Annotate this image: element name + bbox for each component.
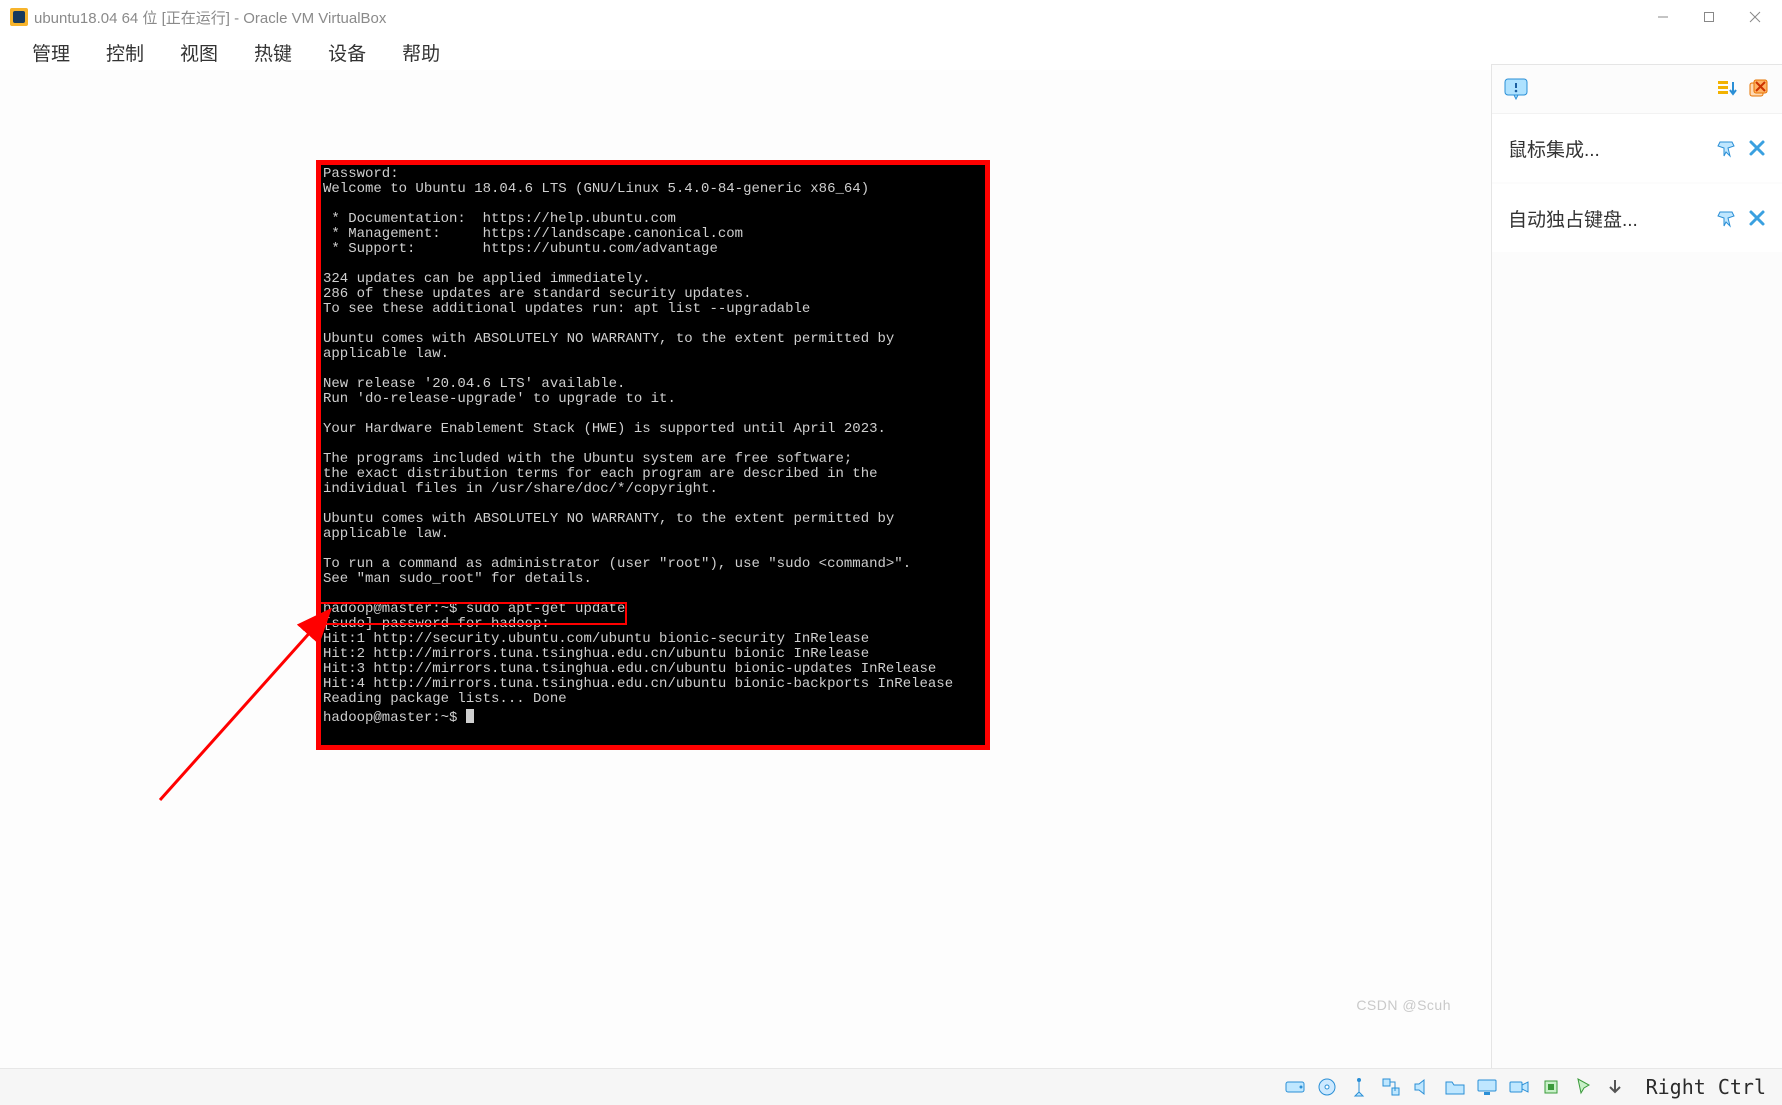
info-icon[interactable] [1504,78,1528,100]
menu-manage[interactable]: 管理 [14,33,88,72]
sidebar-row-mouse-integration[interactable]: 鼠标集成... [1492,114,1782,182]
titlebar: ubuntu18.04 64 位 [正在运行] - Oracle VM Virt… [0,0,1782,34]
virtualbox-window: ubuntu18.04 64 位 [正在运行] - Oracle VM Virt… [0,0,1782,1105]
display-icon[interactable] [1476,1076,1498,1098]
menu-devices[interactable]: 设备 [310,33,384,72]
pin-icon[interactable] [1716,208,1736,228]
sidebar-toolbar [1492,65,1782,114]
pin-icon[interactable] [1716,138,1736,158]
menu-control[interactable]: 控制 [88,33,162,72]
window-title: ubuntu18.04 64 位 [正在运行] - Oracle VM Virt… [34,7,386,28]
terminal-text: Password: Welcome to Ubuntu 18.04.6 LTS … [323,166,953,726]
terminal[interactable]: Password: Welcome to Ubuntu 18.04.6 LTS … [321,165,985,745]
hostkey-label: Right Ctrl [1646,1075,1766,1099]
terminal-cursor [466,709,474,723]
maximize-button[interactable] [1686,0,1732,34]
recording-icon[interactable] [1508,1076,1530,1098]
dismiss-icon[interactable] [1748,139,1766,157]
menu-hotkeys[interactable]: 热键 [236,33,310,72]
cpu-icon[interactable] [1540,1076,1562,1098]
statusbar: Right Ctrl [0,1068,1782,1105]
network-icon[interactable] [1380,1076,1402,1098]
dismiss-icon[interactable] [1748,209,1766,227]
harddisk-icon[interactable] [1284,1076,1306,1098]
usb-icon[interactable] [1348,1076,1370,1098]
app-icon [10,8,28,26]
terminal-frame: Password: Welcome to Ubuntu 18.04.6 LTS … [316,160,990,750]
notification-sidebar: 鼠标集成... 自动独占键盘... [1491,64,1782,1069]
sidebar-row-auto-capture-keyboard[interactable]: 自动独占键盘... [1492,184,1782,252]
sidebar-row-label: 鼠标集成... [1508,135,1600,162]
optical-icon[interactable] [1316,1076,1338,1098]
menu-help[interactable]: 帮助 [384,33,458,72]
watermark: CSDN @Scuh [1356,997,1451,1013]
status-icons [1284,1076,1626,1098]
delete-all-icon[interactable] [1748,78,1770,100]
minimize-button[interactable] [1640,0,1686,34]
body: Password: Welcome to Ubuntu 18.04.6 LTS … [0,70,1782,1069]
hostkey-arrow-icon [1604,1076,1626,1098]
mouse-capture-icon[interactable] [1572,1076,1594,1098]
sidebar-row-label: 自动独占键盘... [1508,205,1638,232]
vm-display-area[interactable]: Password: Welcome to Ubuntu 18.04.6 LTS … [0,70,1491,1069]
close-button[interactable] [1732,0,1778,34]
audio-icon[interactable] [1412,1076,1434,1098]
sort-icon[interactable] [1716,78,1738,100]
menu-view[interactable]: 视图 [162,33,236,72]
shared-folder-icon[interactable] [1444,1076,1466,1098]
